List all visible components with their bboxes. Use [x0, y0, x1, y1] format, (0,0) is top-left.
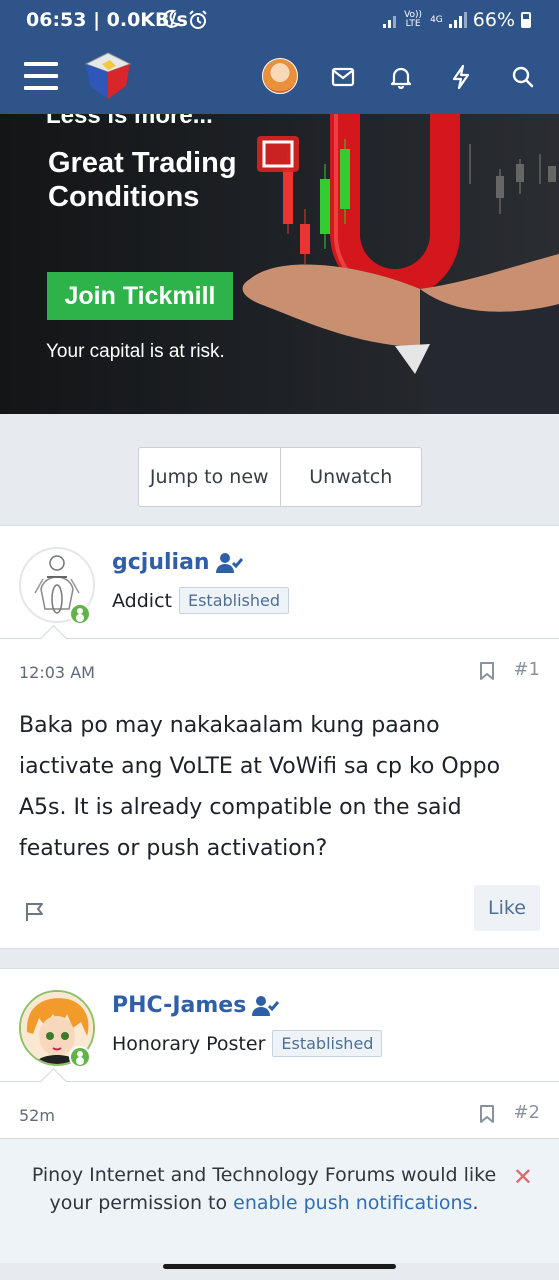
search-icon[interactable] — [508, 62, 538, 92]
user-badge: Established — [272, 1030, 383, 1057]
unwatch-button[interactable]: Unwatch — [279, 448, 422, 506]
ad-disclaimer: Your capital is at risk. — [46, 341, 225, 362]
post-content: Baka po may nakakaalam kung paano iactiv… — [19, 713, 501, 861]
push-message-end: . — [472, 1192, 479, 1214]
post-1: gcjulian Addict Established 12:03 AM #1 … — [0, 525, 559, 949]
user-badge: Established — [178, 587, 290, 614]
bookmark-icon[interactable] — [479, 1104, 495, 1128]
status-bar: 06:53 | 0.0KB/s Vo)) LTE 4G 66% — [0, 0, 559, 42]
ad-headline: Great Trading Conditions — [48, 147, 237, 213]
jump-to-new-button[interactable]: Jump to new — [139, 448, 280, 506]
menu-icon[interactable] — [24, 62, 58, 90]
ad-banner[interactable]: Less is more... Great Trading Conditions… — [0, 114, 559, 414]
user-avatar[interactable] — [262, 58, 298, 94]
post-number[interactable]: #2 — [513, 1102, 540, 1123]
username-link[interactable]: PHC-James — [112, 993, 246, 1018]
signal-strength-icon — [448, 12, 467, 28]
network-label: 4G — [430, 14, 443, 25]
username-link[interactable]: gcjulian — [112, 550, 210, 575]
lightning-icon[interactable] — [446, 62, 476, 92]
navbar — [0, 42, 559, 114]
site-logo[interactable] — [82, 50, 134, 102]
mail-icon[interactable] — [328, 62, 358, 92]
alarm-icon — [187, 9, 209, 35]
bell-icon[interactable] — [386, 62, 416, 92]
battery-percent: 66% — [472, 9, 515, 31]
post-user-block: PHC-James Honorary Poster Established — [0, 969, 559, 1095]
battery-icon — [521, 12, 531, 28]
post-time[interactable]: 52m — [19, 1106, 55, 1125]
volte-label: Vo)) LTE — [404, 10, 423, 29]
thread-actions: Jump to new Unwatch — [138, 447, 422, 507]
post-number[interactable]: #1 — [513, 659, 540, 680]
gesture-bar[interactable] — [163, 1264, 396, 1269]
enable-push-link[interactable]: enable push notifications — [233, 1192, 472, 1214]
user-title: Honorary Poster — [112, 1032, 266, 1055]
online-status-icon — [69, 603, 91, 625]
like-button[interactable]: Like — [474, 885, 540, 931]
ad-join-button[interactable]: Join Tickmill — [47, 272, 233, 320]
post-user-block: gcjulian Addict Established — [0, 526, 559, 652]
moon-icon — [162, 9, 181, 33]
post-2: PHC-James Honorary Poster Established 52… — [0, 968, 559, 1150]
verified-user-icon — [252, 995, 280, 1016]
post-time[interactable]: 12:03 AM — [19, 663, 95, 682]
bookmark-icon[interactable] — [479, 661, 495, 685]
online-status-icon — [69, 1046, 91, 1068]
push-notification-banner: Pinoy Internet and Technology Forums wou… — [0, 1138, 559, 1263]
user-title: Addict — [112, 589, 172, 612]
ad-tagline: Less is more... — [46, 114, 213, 129]
verified-user-icon — [215, 552, 243, 573]
close-icon[interactable]: ✕ — [513, 1163, 533, 1191]
signal-icon — [383, 12, 397, 28]
report-flag-icon[interactable] — [24, 901, 46, 927]
